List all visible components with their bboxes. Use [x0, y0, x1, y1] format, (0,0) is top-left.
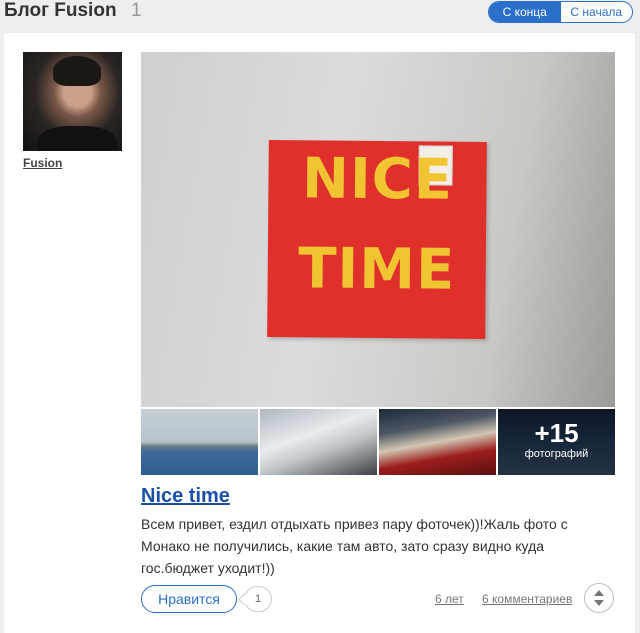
sort-newest-button[interactable]: С конца	[489, 2, 561, 22]
like-count: 1	[244, 586, 272, 612]
author-name-link[interactable]: Fusion	[23, 156, 62, 170]
more-photos-count: +15	[534, 418, 579, 448]
thumbnail-more-photos[interactable]: +15 фотографий	[498, 409, 615, 475]
post-title-link[interactable]: Nice time	[141, 485, 230, 508]
poster: NICE TIME	[267, 140, 487, 339]
blog-title: Блог Fusion	[4, 0, 117, 21]
sort-toggle: С конца С начала	[488, 1, 633, 23]
post-age-link[interactable]: 6 лет	[435, 592, 464, 606]
avatar-hair	[53, 56, 101, 86]
poster-text-nice: NICE	[301, 146, 454, 213]
blog-header: Блог Fusion 1 С конца С начала	[0, 0, 640, 28]
thumbnail-yacht-deck[interactable]	[260, 409, 377, 475]
more-photos-overlay: +15 фотографий	[498, 409, 615, 475]
post-card: Fusion NICE TIME +15 фотографий Nice tim…	[4, 33, 635, 633]
thumbnail-sea[interactable]	[141, 409, 258, 475]
sort-updown-icon[interactable]	[584, 583, 614, 613]
comments-link[interactable]: 6 комментариев	[482, 592, 572, 606]
post-text: Всем привет, ездил отдыхать привез пару …	[141, 516, 568, 576]
author-avatar[interactable]	[23, 52, 122, 151]
thumbnail-red-yacht[interactable]	[379, 409, 496, 475]
sort-oldest-button[interactable]: С начала	[561, 2, 633, 22]
photo-thumbnails: +15 фотографий	[141, 409, 615, 475]
avatar-body	[37, 126, 117, 151]
main-photo[interactable]: NICE TIME	[141, 52, 615, 407]
poster-text-time: TIME	[297, 236, 456, 303]
like-button[interactable]: Нравится	[141, 585, 237, 613]
blog-post-count: 1	[131, 0, 142, 21]
more-photos-label: фотографий	[524, 448, 589, 460]
